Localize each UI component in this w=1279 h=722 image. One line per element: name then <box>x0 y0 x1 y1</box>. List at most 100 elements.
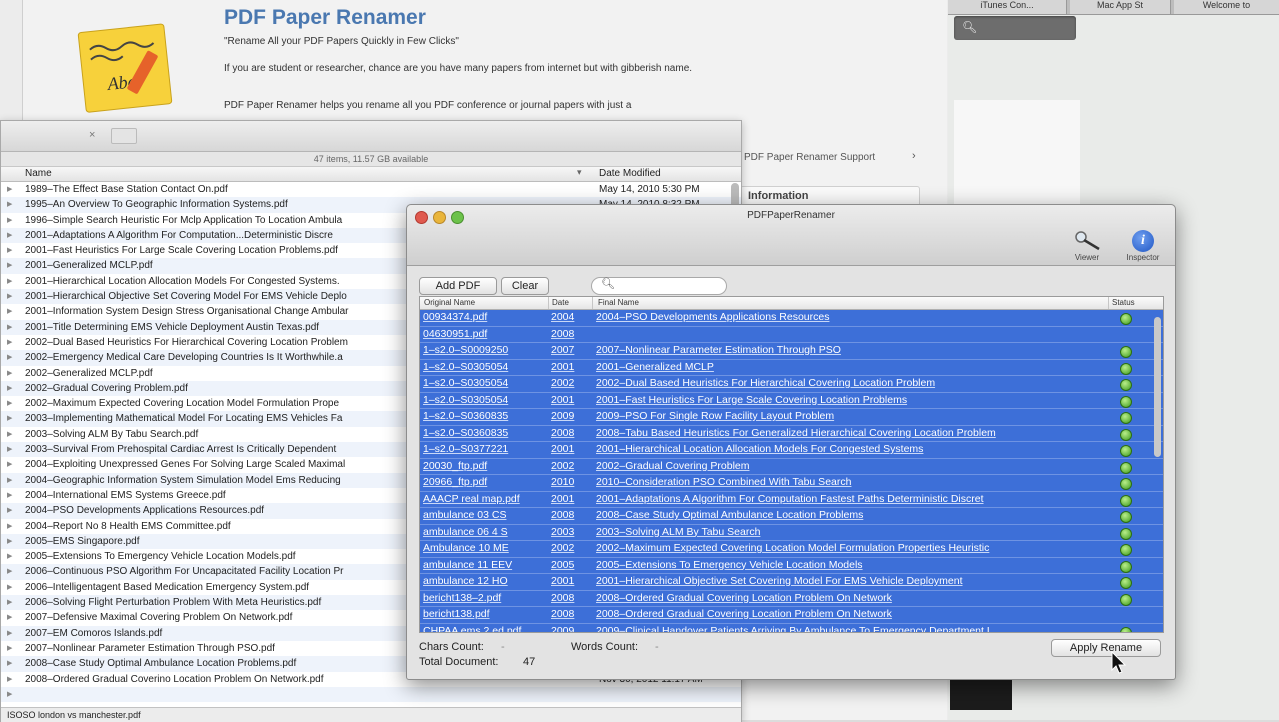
disclosure-triangle-icon[interactable]: ▶ <box>7 580 12 595</box>
browser-tab[interactable]: Mac App St <box>1070 0 1171 14</box>
disclosure-triangle-icon[interactable]: ▶ <box>7 488 12 503</box>
disclosure-triangle-icon[interactable]: ▶ <box>7 411 12 426</box>
close-icon[interactable]: × <box>89 129 95 141</box>
apply-rename-button[interactable]: Apply Rename <box>1051 639 1161 657</box>
disclosure-triangle-icon[interactable]: ▶ <box>7 427 12 442</box>
table-row[interactable]: 1–s2.0–S0305054 2002 2002–Dual Based Heuri… <box>420 376 1163 393</box>
finder-tab[interactable] <box>111 128 137 144</box>
disclosure-triangle-icon[interactable]: ▶ <box>7 503 12 518</box>
inspector-label[interactable]: Inspector <box>1121 253 1165 262</box>
table-row[interactable]: 00934374.pdf 2004 2004–PSO Developments Ap… <box>420 310 1163 327</box>
final-name-cell[interactable]: 2008–Ordered Gradual Covering Location P… <box>596 591 1096 606</box>
table-row[interactable]: bericht138–2.pdf 2008 2008–Ordered Gradual… <box>420 590 1163 607</box>
add-pdf-button[interactable]: Add PDF <box>419 277 497 295</box>
table-row[interactable]: ambulance 06 4 S 2003 2003–Solving ALM By … <box>420 524 1163 541</box>
final-name-cell[interactable]: 2002–Gradual Covering Problem <box>596 459 1096 474</box>
disclosure-triangle-icon[interactable]: ▶ <box>7 595 12 610</box>
table-row[interactable]: Ambulance 10 ME 2002 2002–Maximum Expected… <box>420 541 1163 558</box>
table-row[interactable]: ambulance 12 HO 2001 2001–Hierarchical Obj… <box>420 574 1163 591</box>
table-row[interactable]: 04630951.pdf 2008 <box>420 326 1163 343</box>
disclosure-triangle-icon[interactable]: ▶ <box>7 243 12 258</box>
final-name-cell[interactable]: 2007–Nonlinear Parameter Estimation Thro… <box>596 343 1096 358</box>
disclosure-triangle-icon[interactable]: ▶ <box>7 457 12 472</box>
original-name-cell: bericht138.pdf <box>423 608 490 620</box>
finder-file-row[interactable]: ▶ <box>1 686 741 703</box>
support-link[interactable]: PDF Paper Renamer Support <box>744 152 875 163</box>
disclosure-triangle-icon[interactable]: ▶ <box>7 289 12 304</box>
disclosure-triangle-icon[interactable]: ▶ <box>7 564 12 579</box>
final-name-cell[interactable]: 2001–Adaptations A Algorithm For Computa… <box>596 492 1096 507</box>
final-name-cell[interactable]: 2003–Solving ALM By Tabu Search <box>596 525 1096 540</box>
table-row[interactable]: 1–s2.0–S0377221 2001 2001–Hierarchical Loc… <box>420 442 1163 459</box>
final-name-cell[interactable]: 2009–Clinical Handover Patients Arriving… <box>596 624 1096 633</box>
final-name-cell[interactable]: 2009–PSO For Single Row Facility Layout … <box>596 409 1096 424</box>
disclosure-triangle-icon[interactable]: ▶ <box>7 473 12 488</box>
final-name-cell[interactable]: 2008–Ordered Gradual Covering Location P… <box>596 607 1096 622</box>
table-row[interactable]: 1–s2.0–S0360835 2009 2009–PSO For Single R… <box>420 409 1163 426</box>
table-row[interactable]: 1–s2.0–S0360835 2008 2008–Tabu Based Heuri… <box>420 425 1163 442</box>
final-name-cell[interactable]: 2002–Dual Based Heuristics For Hierarchi… <box>596 376 1096 391</box>
column-original-name[interactable]: Original Name <box>424 297 475 309</box>
disclosure-triangle-icon[interactable]: ▶ <box>7 228 12 243</box>
disclosure-triangle-icon[interactable]: ▶ <box>7 320 12 335</box>
disclosure-triangle-icon[interactable]: ▶ <box>7 626 12 641</box>
finder-file-row[interactable]: ▶ 1989–The Effect Base Station Contact On… <box>1 182 741 197</box>
disclosure-triangle-icon[interactable]: ▶ <box>7 534 12 549</box>
disclosure-triangle-icon[interactable]: ▶ <box>7 335 12 350</box>
final-name-cell[interactable]: 2004–PSO Developments Applications Resou… <box>596 310 1096 325</box>
column-status[interactable]: Status <box>1112 297 1135 309</box>
final-name-cell[interactable]: 2001–Generalized MCLP <box>596 360 1096 375</box>
viewer-icon[interactable] <box>1069 229 1105 253</box>
final-name-cell[interactable]: 2002–Maximum Expected Covering Location … <box>596 541 1096 556</box>
disclosure-triangle-icon[interactable]: ▶ <box>7 610 12 625</box>
table-row[interactable]: AAACP real map.pdf 2001 2001–Adaptations A… <box>420 491 1163 508</box>
final-name-cell[interactable]: 2010–Consideration PSO Combined With Tab… <box>596 475 1096 490</box>
clear-button[interactable]: Clear <box>501 277 549 295</box>
table-row[interactable]: CHPAA ems 2 ed.pdf 2009 2009–Clinical Hand… <box>420 623 1163 633</box>
words-count-label: Words Count: <box>571 641 639 653</box>
table-row[interactable]: ambulance 03 CS 2008 2008–Case Study Optim… <box>420 508 1163 525</box>
disclosure-triangle-icon[interactable]: ▶ <box>7 274 12 289</box>
disclosure-triangle-icon[interactable]: ▶ <box>7 182 12 197</box>
window-titlebar[interactable]: PDFPaperRenamer Viewer i Inspector <box>407 205 1175 266</box>
chevron-right-icon[interactable]: › <box>912 150 916 162</box>
disclosure-triangle-icon[interactable]: ▶ <box>7 350 12 365</box>
column-date[interactable]: Date <box>552 297 569 309</box>
table-scrollbar[interactable] <box>1154 317 1161 457</box>
table-row[interactable]: 1–s2.0–S0305054 2001 2001–Fast Heuristics … <box>420 392 1163 409</box>
disclosure-triangle-icon[interactable]: ▶ <box>7 519 12 534</box>
disclosure-triangle-icon[interactable]: ▶ <box>7 672 12 687</box>
disclosure-triangle-icon[interactable]: ▶ <box>7 396 12 411</box>
final-name-cell[interactable]: 2005–Extensions To Emergency Vehicle Loc… <box>596 558 1096 573</box>
browser-tab[interactable]: iTunes Con... <box>948 0 1067 14</box>
disclosure-triangle-icon[interactable]: ▶ <box>7 304 12 319</box>
inspector-icon[interactable]: i <box>1132 230 1154 252</box>
table-row[interactable]: 1–s2.0–S0305054 2001 2001–Generalized MCLP <box>420 359 1163 376</box>
table-row[interactable]: 20966_ftp.pdf 2010 2010–Consideration PSO … <box>420 475 1163 492</box>
table-row[interactable]: ambulance 11 EEV 2005 2005–Extensions To E… <box>420 557 1163 574</box>
table-row[interactable]: 20030_ftp.pdf 2002 2002–Gradual Covering P… <box>420 458 1163 475</box>
disclosure-triangle-icon[interactable]: ▶ <box>7 442 12 457</box>
disclosure-triangle-icon[interactable]: ▶ <box>7 656 12 671</box>
disclosure-triangle-icon[interactable]: ▶ <box>7 381 12 396</box>
disclosure-triangle-icon[interactable]: ▶ <box>7 197 12 212</box>
disclosure-triangle-icon[interactable]: ▶ <box>7 213 12 228</box>
column-final-name[interactable]: Final Name <box>598 297 639 309</box>
disclosure-triangle-icon[interactable]: ▶ <box>7 641 12 656</box>
final-name-cell[interactable]: 2008–Case Study Optimal Ambulance Locati… <box>596 508 1096 523</box>
column-date-modified[interactable]: Date Modified <box>599 168 661 179</box>
disclosure-triangle-icon[interactable]: ▶ <box>7 549 12 564</box>
final-name-cell[interactable]: 2001–Fast Heuristics For Large Scale Cov… <box>596 393 1096 408</box>
browser-tab[interactable]: Welcome to <box>1174 0 1279 14</box>
final-name-cell[interactable]: 2008–Tabu Based Heuristics For Generaliz… <box>596 426 1096 441</box>
disclosure-triangle-icon[interactable]: ▶ <box>7 366 12 381</box>
column-name[interactable]: Name <box>25 168 52 179</box>
disclosure-triangle-icon[interactable]: ▶ <box>7 687 12 702</box>
final-name-cell[interactable]: 2001–Hierarchical Location Allocation Mo… <box>596 442 1096 457</box>
final-name-cell[interactable]: 2001–Hierarchical Objective Set Covering… <box>596 574 1096 589</box>
viewer-label[interactable]: Viewer <box>1069 253 1105 262</box>
disclosure-triangle-icon[interactable]: ▶ <box>7 258 12 273</box>
app-tagline: "Rename All your PDF Papers Quickly in F… <box>224 36 459 47</box>
table-row[interactable]: 1–s2.0–S0009250 2007 2007–Nonlinear Parame… <box>420 343 1163 360</box>
table-row[interactable]: bericht138.pdf 2008 2008–Ordered Gradual C… <box>420 607 1163 624</box>
